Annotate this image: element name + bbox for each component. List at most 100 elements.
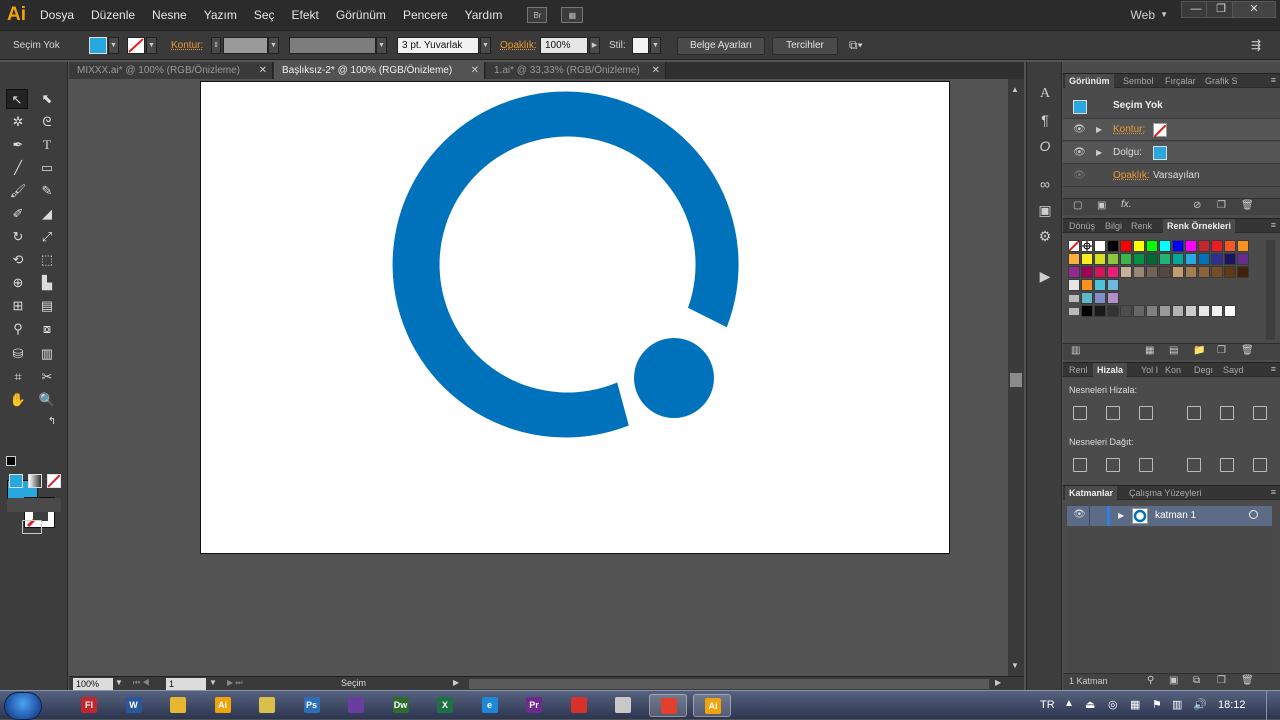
taskbar-app-button[interactable] bbox=[560, 694, 598, 717]
tab-graphic-styles[interactable]: Grafik S bbox=[1201, 74, 1242, 88]
artboard-number-field[interactable]: 1 bbox=[166, 678, 206, 690]
direct-selection-tool-icon[interactable]: ⬉ bbox=[36, 89, 58, 109]
stroke-swatch[interactable] bbox=[1153, 123, 1167, 138]
pen-tool-icon[interactable]: ✒ bbox=[7, 135, 29, 155]
layer-target-icon[interactable] bbox=[1249, 510, 1258, 519]
layer-row[interactable]: 👁 ▶ katman 1 bbox=[1067, 506, 1272, 526]
taskbar-app-button[interactable] bbox=[604, 694, 642, 717]
fill-color-swatch[interactable] bbox=[89, 37, 107, 54]
color-swatch[interactable] bbox=[1172, 305, 1184, 317]
color-swatch[interactable] bbox=[1185, 305, 1197, 317]
artboard-dropdown-icon[interactable]: ▼ bbox=[209, 678, 217, 687]
image-trace-panel-icon[interactable]: ▣ bbox=[1035, 200, 1055, 220]
distribute-vertical-center-icon[interactable] bbox=[1106, 458, 1120, 472]
expand-icon[interactable]: ▶ bbox=[1096, 142, 1102, 164]
warp-tool-icon[interactable]: ⟲ bbox=[7, 250, 29, 270]
color-swatch[interactable] bbox=[1107, 292, 1119, 304]
arrange-icon[interactable]: ⧉▾ bbox=[849, 38, 863, 53]
delete-item-icon[interactable]: 🗑 bbox=[1241, 200, 1254, 211]
expand-icon[interactable]: ▶ bbox=[1118, 511, 1124, 520]
tab-info[interactable]: Bilgi bbox=[1101, 219, 1126, 233]
appearance-opacity-row[interactable]: 👁 Opaklık: Varsayılan bbox=[1063, 165, 1280, 187]
color-swatch[interactable] bbox=[1159, 240, 1171, 252]
stroke-dropdown-icon[interactable]: ▼ bbox=[146, 37, 157, 54]
color-swatch[interactable] bbox=[1133, 266, 1145, 278]
color-swatch[interactable] bbox=[1068, 279, 1080, 291]
color-swatch[interactable] bbox=[1107, 279, 1119, 291]
lasso-tool-icon[interactable]: ᘓ bbox=[36, 112, 58, 132]
color-swatch[interactable] bbox=[1211, 266, 1223, 278]
color-swatch[interactable] bbox=[1120, 240, 1132, 252]
color-swatch[interactable] bbox=[1133, 253, 1145, 265]
tab-appearance[interactable]: Görünüm bbox=[1065, 74, 1114, 88]
color-swatch[interactable] bbox=[1224, 305, 1236, 317]
zoom-field[interactable]: 100% bbox=[73, 678, 113, 690]
tray-safely-remove-icon[interactable]: ⏏ bbox=[1085, 698, 1095, 711]
distribute-left-icon[interactable] bbox=[1187, 458, 1201, 472]
swap-fill-stroke-icon[interactable]: ↰ bbox=[41, 412, 63, 432]
align-vertical-center-icon[interactable] bbox=[1220, 406, 1234, 420]
magic-wand-tool-icon[interactable]: ✲ bbox=[7, 112, 29, 132]
next-artboard-icon[interactable]: ▶ ⏭ bbox=[227, 678, 243, 688]
delete-layer-icon[interactable]: 🗑 bbox=[1241, 675, 1254, 686]
align-right-icon[interactable] bbox=[1139, 406, 1153, 420]
tray-app-icon[interactable]: ◎ bbox=[1108, 698, 1118, 711]
scroll-up-icon[interactable]: ▲ bbox=[1011, 85, 1019, 94]
color-swatch[interactable] bbox=[1081, 305, 1093, 317]
stroke-weight-stepper[interactable]: ⇕ bbox=[211, 37, 221, 54]
scroll-thumb[interactable] bbox=[1010, 373, 1022, 387]
color-swatch[interactable] bbox=[1159, 266, 1171, 278]
align-horizontal-center-icon[interactable] bbox=[1106, 406, 1120, 420]
color-swatch[interactable] bbox=[1120, 266, 1132, 278]
menu-object[interactable]: Nesne bbox=[152, 8, 187, 22]
network-icon[interactable]: ▥ bbox=[1172, 698, 1182, 711]
layer-name[interactable]: katman 1 bbox=[1155, 510, 1196, 521]
color-swatch[interactable] bbox=[1237, 240, 1249, 252]
bridge-button[interactable]: Br bbox=[527, 7, 548, 23]
gradient-mode-icon[interactable] bbox=[28, 474, 42, 488]
show-hidden-icons[interactable]: ▲ bbox=[1064, 698, 1074, 709]
stroke-label[interactable]: Kontur: bbox=[171, 40, 203, 51]
tab-color[interactable]: Renk bbox=[1127, 219, 1156, 233]
taskbar-app-button[interactable]: Dw bbox=[382, 694, 420, 717]
free-transform-tool-icon[interactable]: ⬚ bbox=[36, 250, 58, 270]
swatch-options-icon[interactable]: ▤ bbox=[1169, 345, 1178, 356]
color-mode-icon[interactable] bbox=[9, 474, 23, 488]
distribute-horizontal-center-icon[interactable] bbox=[1220, 458, 1234, 472]
taskbar-app-button[interactable]: W bbox=[115, 694, 153, 717]
menu-help[interactable]: Yardım bbox=[465, 8, 503, 22]
settings-panel-icon[interactable]: ⚙ bbox=[1035, 226, 1055, 246]
color-swatch[interactable] bbox=[1107, 253, 1119, 265]
language-indicator[interactable]: TR bbox=[1040, 699, 1055, 711]
shape-builder-tool-icon[interactable]: ⊕ bbox=[7, 273, 29, 293]
swatch-libraries-icon[interactable]: ▥ bbox=[1071, 345, 1080, 356]
color-swatch[interactable] bbox=[1172, 253, 1184, 265]
color-swatch[interactable] bbox=[1146, 253, 1158, 265]
close-icon[interactable]: ✕ bbox=[652, 62, 660, 79]
color-swatch[interactable] bbox=[1107, 266, 1119, 278]
graphic-style-swatch[interactable] bbox=[632, 37, 649, 54]
color-swatch[interactable] bbox=[1068, 253, 1080, 265]
color-swatch[interactable] bbox=[1094, 279, 1106, 291]
actions-panel-icon[interactable]: ▶ bbox=[1035, 266, 1055, 286]
eye-icon[interactable]: 👁 bbox=[1073, 165, 1086, 187]
opacity-field[interactable]: 100% bbox=[540, 37, 588, 54]
menu-select[interactable]: Seç bbox=[254, 8, 275, 22]
swatch-grid[interactable] bbox=[1068, 240, 1263, 340]
fill-swatch[interactable] bbox=[1153, 146, 1167, 160]
workspace-switcher[interactable]: Web bbox=[1131, 8, 1155, 22]
locate-object-icon[interactable]: ⚲ bbox=[1147, 675, 1154, 686]
new-sublayer-icon[interactable]: ⧉ bbox=[1193, 675, 1200, 686]
none-mode-icon[interactable] bbox=[47, 474, 61, 488]
color-swatch[interactable] bbox=[1159, 305, 1171, 317]
color-swatch[interactable] bbox=[1146, 305, 1158, 317]
tab-transparency[interactable]: Sayd bbox=[1219, 363, 1248, 377]
delete-swatch-icon[interactable]: 🗑 bbox=[1241, 345, 1254, 356]
drawing-modes-icon[interactable] bbox=[7, 498, 61, 512]
selection-tool-icon[interactable]: ↖ bbox=[6, 89, 28, 109]
style-dropdown-icon[interactable]: ▼ bbox=[650, 37, 661, 54]
fill-dropdown-icon[interactable]: ▼ bbox=[108, 37, 119, 54]
appearance-fill-row[interactable]: 👁 ▶ Dolgu: bbox=[1063, 142, 1280, 164]
align-left-icon[interactable] bbox=[1073, 406, 1087, 420]
color-swatch[interactable] bbox=[1094, 292, 1106, 304]
